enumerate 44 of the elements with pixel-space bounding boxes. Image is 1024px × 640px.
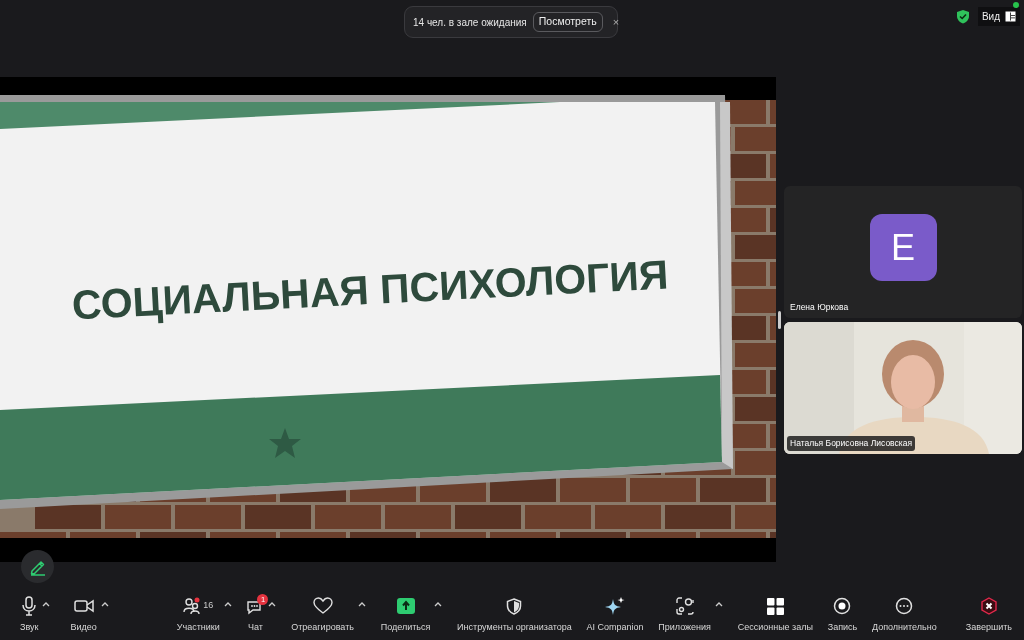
caret-icon[interactable]	[714, 601, 723, 607]
participant-count: 16	[203, 599, 214, 613]
audio-button[interactable]: Звук	[20, 595, 39, 635]
close-button[interactable]: ×	[608, 13, 624, 31]
end-meeting-button[interactable]: Завершить	[965, 595, 1012, 635]
react-button[interactable]: Отреагировать	[291, 595, 354, 635]
status-dot	[1013, 2, 1019, 8]
layout-icon	[1005, 11, 1016, 22]
caret-icon[interactable]	[268, 601, 277, 607]
caret-icon[interactable]	[223, 601, 232, 607]
grid-icon	[766, 597, 784, 615]
share-screen-button[interactable]: Поделиться	[380, 595, 431, 635]
slide-title: СОЦИАЛЬНАЯ ПСИХОЛОГИЯ	[70, 251, 670, 329]
caret-icon[interactable]	[357, 601, 366, 607]
shield-icon	[506, 597, 523, 615]
ai-companion-button[interactable]: AI Companion	[586, 595, 644, 635]
breakout-rooms-button[interactable]: Сессионные залы	[737, 595, 813, 635]
caret-icon[interactable]	[434, 601, 443, 607]
record-button[interactable]: Запись	[827, 595, 858, 635]
participant-name: Елена Юркова	[789, 300, 850, 314]
microphone-icon	[21, 596, 38, 616]
participants-button[interactable]: 16 Участники	[176, 595, 220, 635]
participants-icon	[183, 597, 202, 615]
annotate-button[interactable]	[21, 550, 54, 583]
avatar: E	[869, 214, 937, 281]
star-icon	[269, 428, 301, 458]
view-waiting-room-button[interactable]: Посмотреть	[532, 12, 603, 32]
heart-icon	[312, 597, 333, 615]
more-icon	[895, 597, 914, 615]
record-icon	[833, 597, 852, 615]
video-camera-icon	[73, 599, 94, 613]
share-screen-icon	[396, 598, 415, 614]
video-button[interactable]: Видео	[70, 595, 97, 635]
host-tools-button[interactable]: Инструменты организатора	[457, 595, 572, 635]
caret-icon[interactable]	[42, 601, 51, 607]
resize-handle[interactable]	[778, 310, 781, 329]
more-button[interactable]: Дополнительно	[871, 595, 937, 635]
notification-text: 14 чел. в зале ожидания	[413, 15, 527, 30]
security-shield-icon[interactable]	[955, 9, 970, 24]
caret-icon[interactable]	[100, 601, 109, 607]
apps-button[interactable]: Приложения	[658, 595, 711, 635]
end-meeting-icon	[979, 597, 998, 615]
view-button[interactable]: Вид	[977, 7, 1020, 26]
apps-icon	[675, 597, 694, 615]
